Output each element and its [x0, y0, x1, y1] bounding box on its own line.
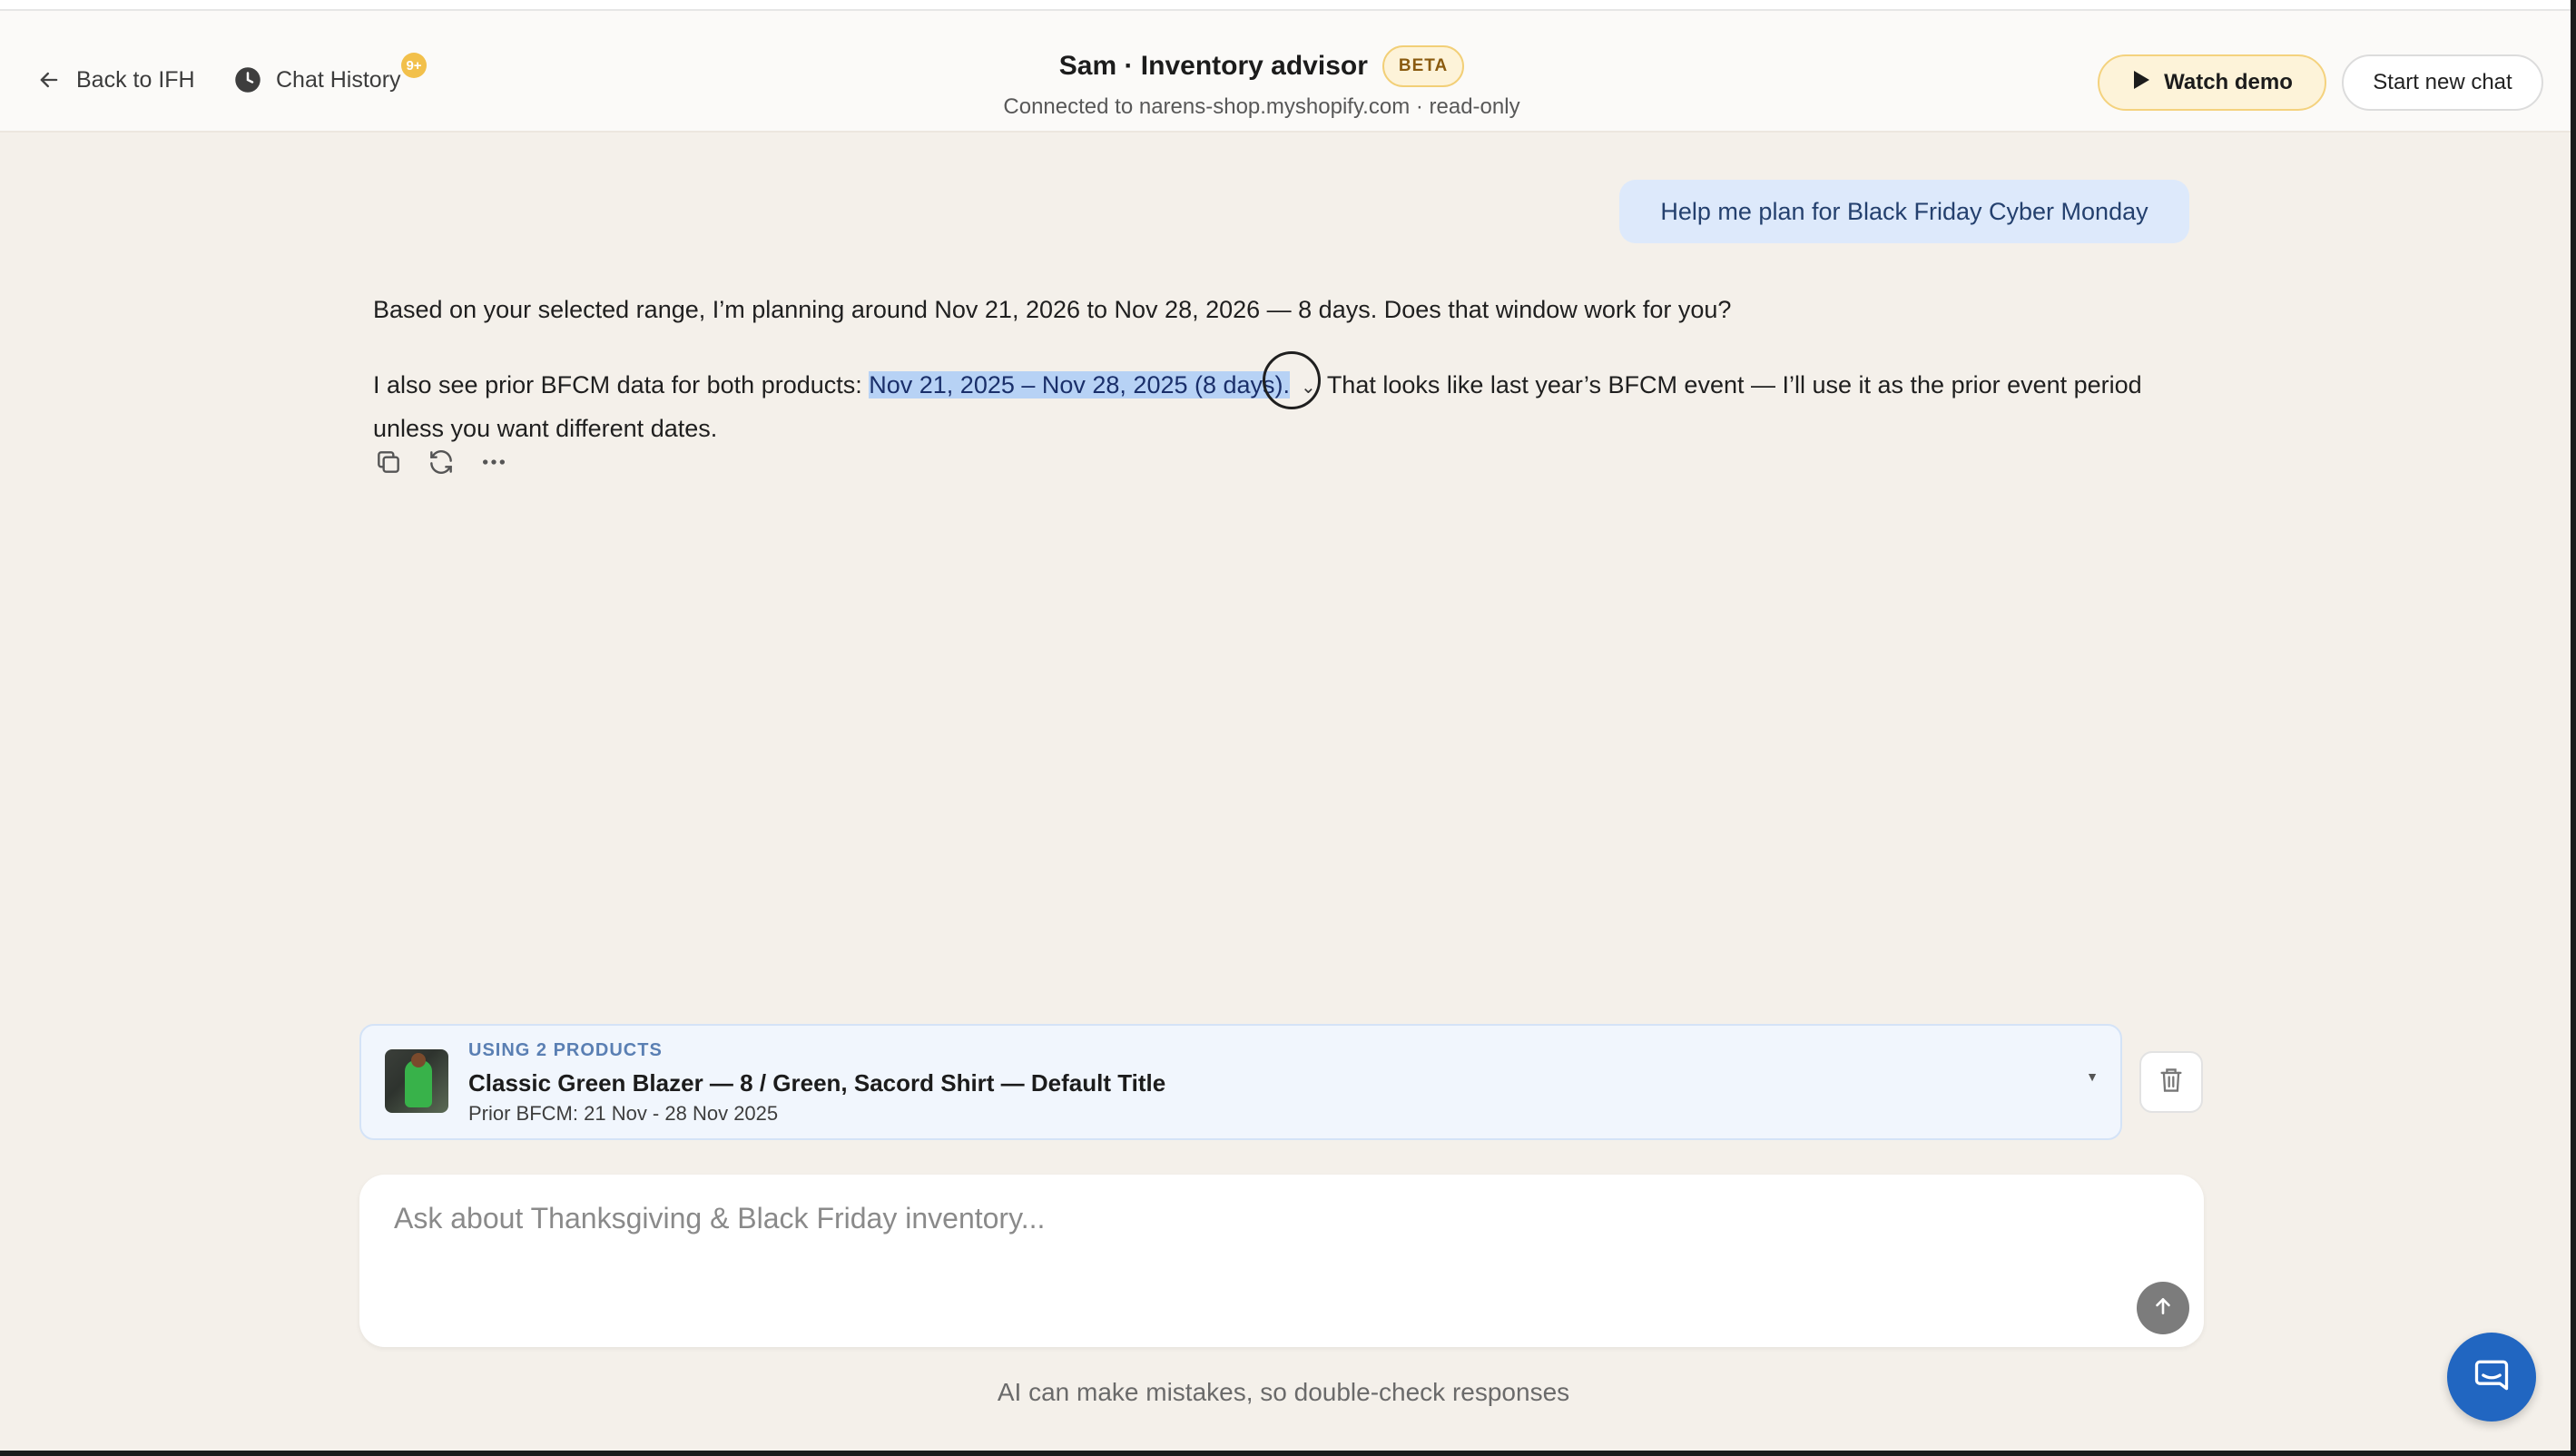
beta-badge: BETA: [1381, 45, 1465, 87]
selected-products-panel[interactable]: USING 2 PRODUCTS Classic Green Blazer — …: [359, 1024, 2122, 1140]
start-new-chat-button[interactable]: Start new chat: [2342, 54, 2543, 111]
arrow-left-icon: [36, 67, 62, 93]
product-thumbnail: [385, 1049, 448, 1113]
highlighted-date-range[interactable]: Nov 21, 2025 – Nov 28, 2025 (8 days).: [869, 371, 1291, 398]
window-edge: [2571, 0, 2576, 1456]
chat-input[interactable]: [392, 1200, 2120, 1276]
chat-history-link[interactable]: Chat History: [234, 53, 401, 107]
browser-top-strip: [0, 0, 2576, 11]
assistant-paragraph: I also see prior BFCM data for both prod…: [373, 351, 2197, 448]
user-message: Help me plan for Black Friday Cyber Mond…: [1619, 180, 2189, 243]
connection-status: Connected to narens-shop.myshopify.com ·…: [1003, 94, 1520, 119]
assistant-message: Based on your selected range, I’m planni…: [373, 290, 2197, 470]
trash-icon: [2158, 1067, 2184, 1098]
more-horizontal-icon[interactable]: [478, 447, 509, 477]
message-actions: [373, 447, 509, 477]
page-title: Sam · Inventory advisor: [1058, 51, 1368, 81]
prior-bfcm-range: Prior BFCM: 21 Nov - 28 Nov 2025: [468, 1102, 779, 1125]
watch-demo-button[interactable]: Watch demo: [2098, 54, 2326, 111]
header-title-block: Sam · Inventory advisor BETA Connected t…: [971, 45, 1552, 120]
assistant-text-prefix: I also see prior BFCM data for both prod…: [373, 371, 870, 398]
caret-down-icon[interactable]: ▼: [2086, 1069, 2099, 1084]
remove-products-button[interactable]: [2139, 1051, 2203, 1113]
products-names: Classic Green Blazer — 8 / Green, Sacord…: [468, 1069, 1166, 1097]
play-icon: [2131, 69, 2151, 97]
mouse-cursor-indicator: [1263, 351, 1322, 409]
assistant-paragraph: Based on your selected range, I’m planni…: [373, 296, 1732, 323]
arrow-up-icon: [2151, 1294, 2175, 1323]
chat-history-label: Chat History: [276, 66, 401, 93]
message-composer: [359, 1175, 2204, 1347]
chat-bubble-icon: [2472, 1355, 2512, 1400]
ai-disclaimer: AI can make mistakes, so double-check re…: [997, 1378, 1570, 1406]
history-count-badge: 9+: [401, 53, 427, 78]
send-button[interactable]: [2137, 1282, 2189, 1334]
window-edge: [0, 1451, 2576, 1456]
products-count-label: USING 2 PRODUCTS: [468, 1040, 663, 1060]
back-label: Back to IFH: [76, 66, 195, 93]
app-header: Back to IFH Chat History 9+ Sam · Invent…: [0, 11, 2576, 133]
watch-demo-label: Watch demo: [2164, 70, 2293, 94]
clock-icon: [234, 66, 261, 93]
support-chat-launcher[interactable]: [2447, 1333, 2536, 1422]
back-to-ifh-link[interactable]: Back to IFH: [36, 53, 195, 107]
refresh-icon[interactable]: [426, 447, 457, 477]
copy-icon[interactable]: [373, 447, 404, 477]
